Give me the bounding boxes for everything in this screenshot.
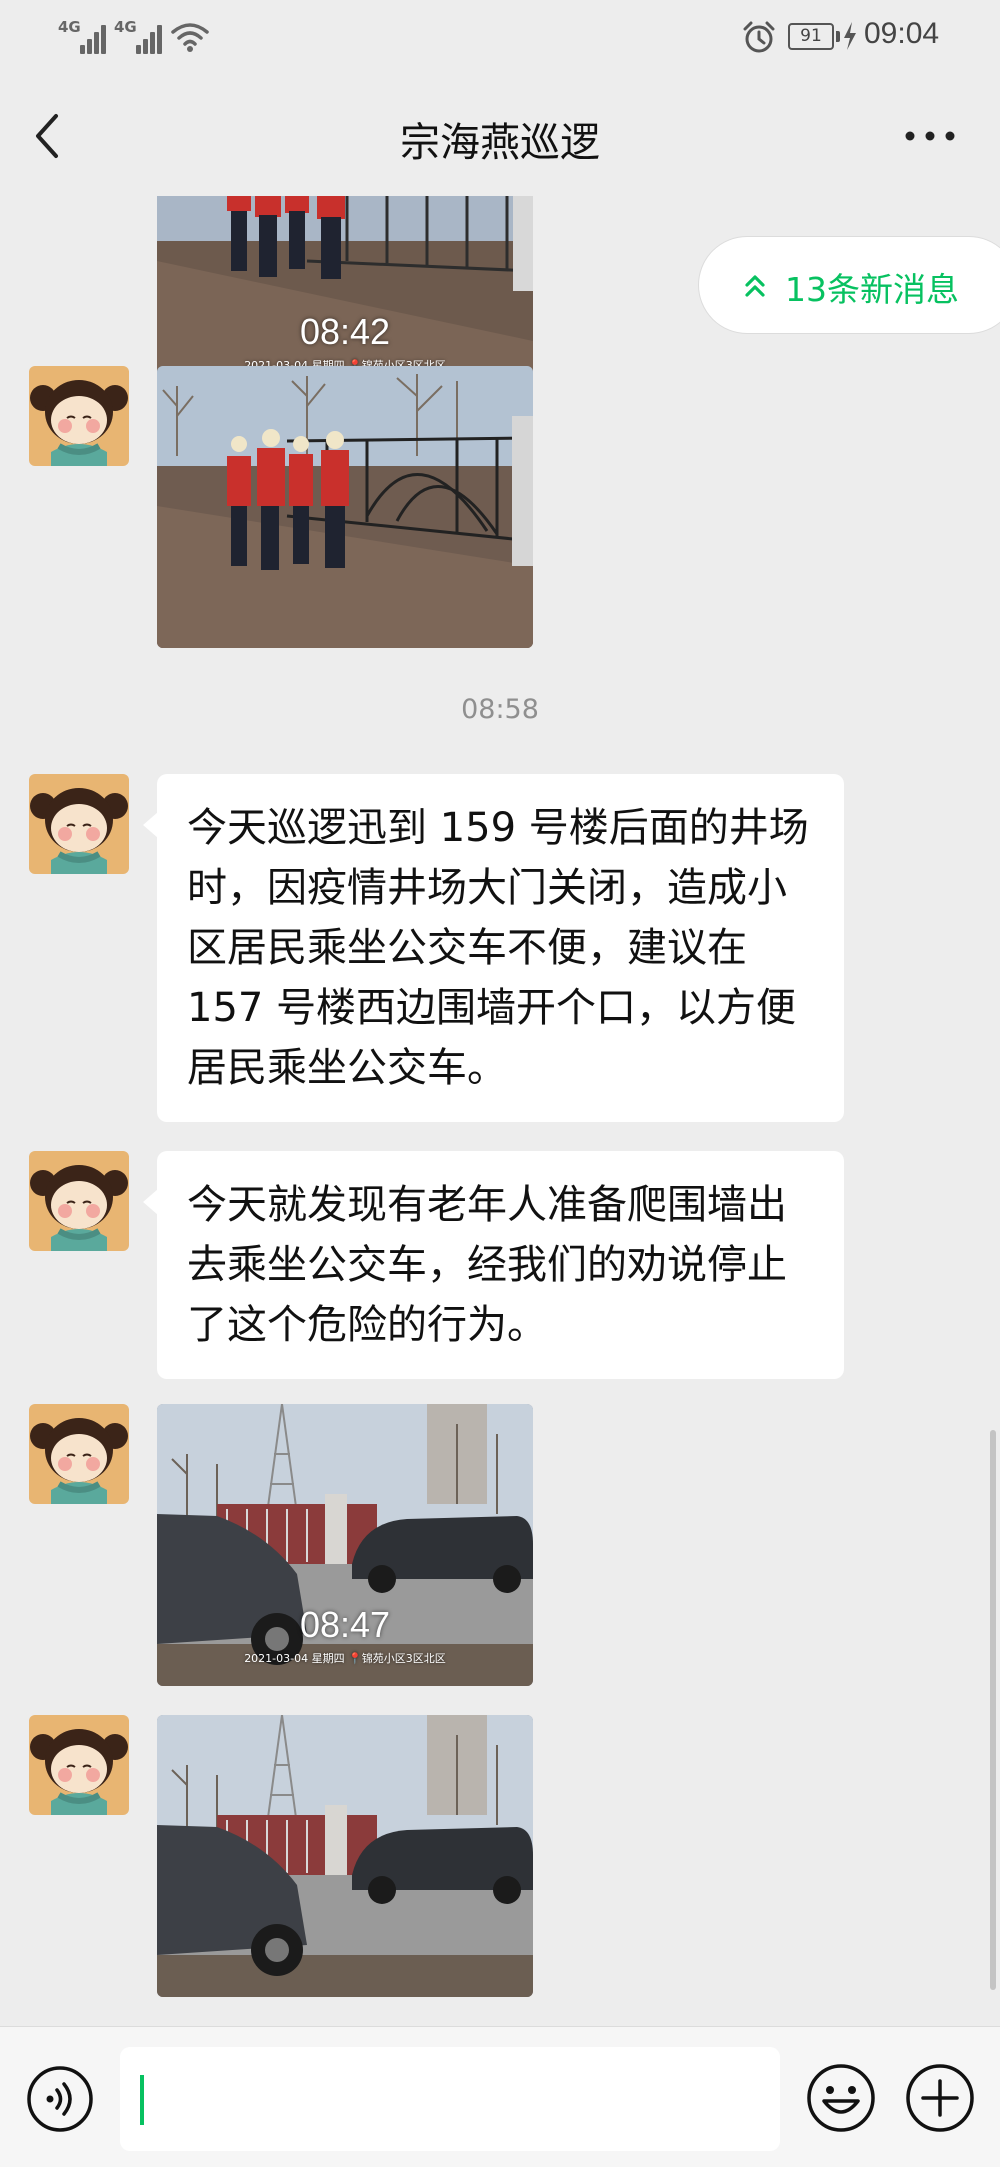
message-list[interactable]: 08:42 2021-03-04 星期四 📍锦苑小区3区北区	[0, 196, 1000, 2026]
street-photo-cars	[157, 1715, 533, 1997]
avatar[interactable]	[29, 1151, 129, 1251]
avatar-girl	[29, 366, 129, 466]
avatar-girl	[29, 1404, 129, 1504]
emoji-icon[interactable]	[806, 2063, 876, 2133]
plus-icon[interactable]	[905, 2063, 975, 2133]
sim1-label: 4G	[58, 18, 81, 36]
photo-caption-overlay: 2021-03-04 星期四 📍锦苑小区3区北区	[244, 1652, 446, 1665]
message-image[interactable]	[157, 366, 533, 648]
scrollbar[interactable]	[990, 1430, 996, 1990]
alarm-icon	[743, 21, 775, 53]
text-caret	[140, 2075, 144, 2125]
avatar[interactable]	[29, 774, 129, 874]
message-timestamp: 08:58	[461, 694, 539, 725]
charging-icon	[844, 22, 856, 50]
patrol-photo-fence	[157, 366, 533, 648]
message-input[interactable]	[120, 2047, 780, 2151]
new-messages-button[interactable]: 13条新消息	[698, 236, 1000, 334]
message-image[interactable]: 08:47 2021-03-04 星期四 📍锦苑小区3区北区	[157, 1404, 533, 1686]
new-messages-label: 13条新消息	[785, 270, 959, 309]
message-bubble[interactable]: 今天就发现有老年人准备爬围墙出去乘坐公交车，经我们的劝说停止了这个危险的行为。	[143, 1151, 844, 1379]
battery-icon: 91	[788, 23, 834, 50]
clock: 09:04	[864, 17, 940, 50]
avatar-girl	[29, 774, 129, 874]
avatar[interactable]	[29, 1715, 129, 1815]
chat-header: 宗海燕巡逻	[0, 76, 1000, 196]
double-chevron-up-icon	[745, 275, 765, 297]
photo-time-overlay: 08:42	[299, 311, 391, 352]
more-icon[interactable]	[904, 126, 956, 146]
chat-title: 宗海燕巡逻	[400, 120, 600, 166]
message-image[interactable]	[157, 1715, 533, 1997]
wifi-icon	[171, 23, 209, 52]
photo-time-overlay: 08:47	[299, 1604, 391, 1645]
avatar[interactable]	[29, 366, 129, 466]
input-bar	[0, 2026, 1000, 2167]
message-bubble[interactable]: 今天巡逻迅到 159 号楼后面的井场时，因疫情井场大门关闭，造成小区居民乘坐公交…	[143, 774, 844, 1122]
avatar[interactable]	[29, 1404, 129, 1504]
avatar-girl	[29, 1715, 129, 1815]
voice-icon[interactable]	[26, 2065, 94, 2133]
signal-icon-2: 4G	[114, 18, 162, 54]
status-bar: 4G 4G 91 09:04	[0, 0, 1000, 76]
signal-icon: 4G	[58, 18, 106, 54]
message-image[interactable]: 08:42 2021-03-04 星期四 📍锦苑小区3区北区	[157, 196, 533, 393]
sim2-label: 4G	[114, 18, 137, 36]
avatar-girl	[29, 1151, 129, 1251]
battery-cap	[836, 31, 840, 42]
